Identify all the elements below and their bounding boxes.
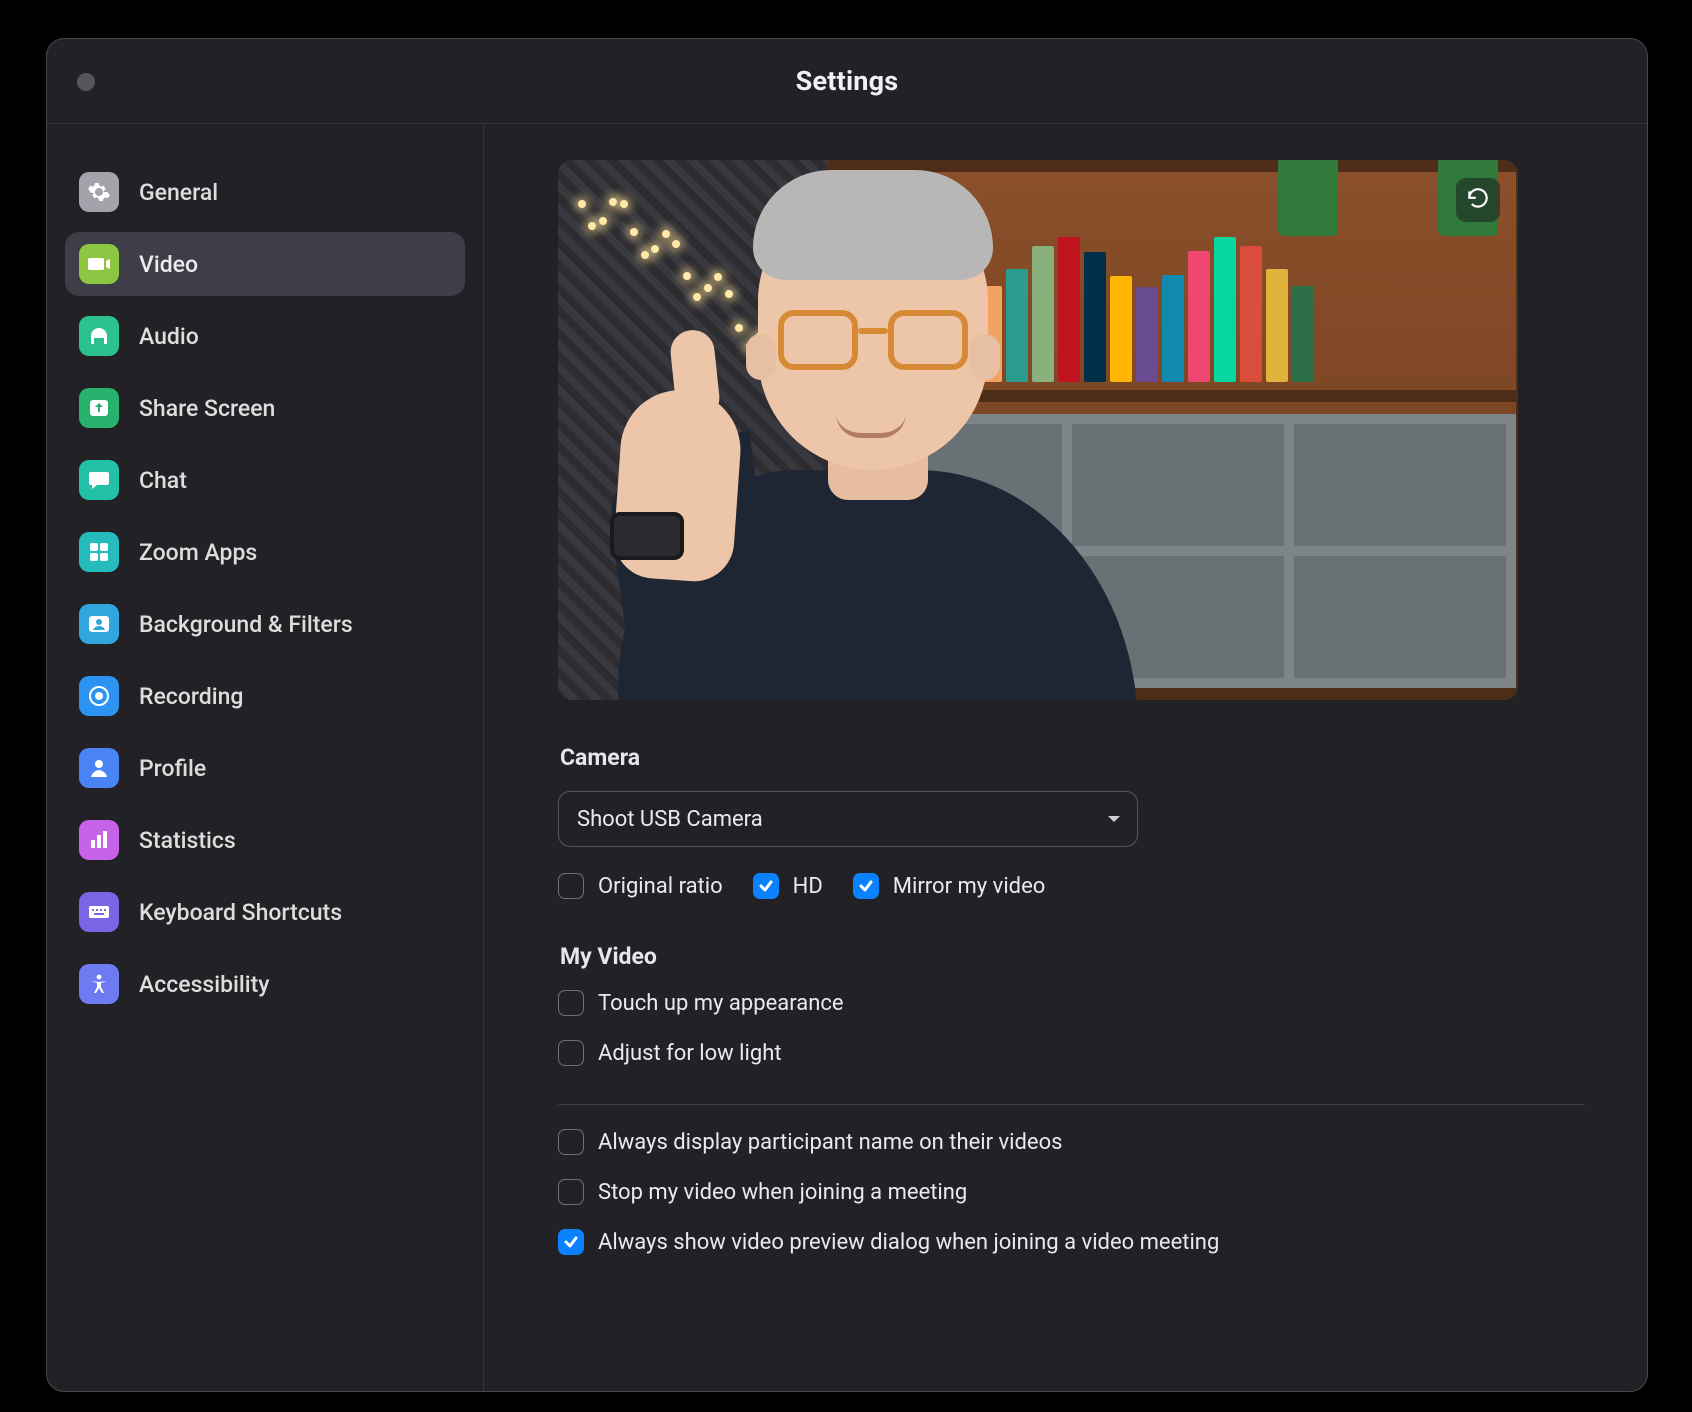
checkbox-label: Always show video preview dialog when jo… [598,1230,1219,1255]
gear-icon [79,172,119,212]
sidebar-item-zoom-apps[interactable]: Zoom Apps [65,520,465,584]
checkbox-label: Always display participant name on their… [598,1130,1063,1155]
checkbox-box [558,1179,584,1205]
my-video-section-label: My Video [560,943,1585,970]
checkbox-box [753,873,779,899]
sidebar-item-keyboard[interactable]: Keyboard Shortcuts [65,880,465,944]
checkbox-hd[interactable]: HD [753,873,823,899]
checkbox-label: Original ratio [598,874,723,899]
sidebar-item-chat[interactable]: Chat [65,448,465,512]
checkbox-label: Mirror my video [893,874,1046,899]
video-settings-panel: Camera Shoot USB Camera Original ratio HD… [484,124,1647,1392]
traffic-light-close[interactable] [77,73,95,91]
chat-bubble-icon [79,460,119,500]
sidebar-item-label: Video [139,251,198,278]
window-title: Settings [796,65,899,97]
record-dot-icon [79,676,119,716]
bar-chart-icon [79,820,119,860]
profile-icon [79,748,119,788]
accessibility-icon [79,964,119,1004]
sidebar-item-label: Accessibility [139,971,270,998]
checkbox-display_name[interactable]: Always display participant name on their… [558,1129,1585,1155]
rotate-preview-button[interactable] [1456,178,1500,222]
sidebar-item-label: Profile [139,755,206,782]
checkbox-mirror[interactable]: Mirror my video [853,873,1046,899]
chevron-down-icon [1106,811,1122,827]
sidebar-item-video[interactable]: Video [65,232,465,296]
settings-window: Settings General Video Audio Share Screen Ch… [46,38,1648,1392]
sidebar-item-general[interactable]: General [65,160,465,224]
checkbox-original_ratio[interactable]: Original ratio [558,873,723,899]
checkbox-box [558,873,584,899]
checkbox-touch_up[interactable]: Touch up my appearance [558,990,1585,1016]
headphones-icon [79,316,119,356]
person-box-icon [79,604,119,644]
rotate-icon [1465,187,1491,213]
sidebar-item-statistics[interactable]: Statistics [65,808,465,872]
sidebar-item-bg-filters[interactable]: Background & Filters [65,592,465,656]
checkbox-label: Adjust for low light [598,1041,782,1066]
camera-preview [558,160,1518,700]
checkbox-box [558,990,584,1016]
camera-select-value: Shoot USB Camera [577,807,763,832]
sidebar-item-label: Recording [139,683,243,710]
keyboard-icon [79,892,119,932]
checkbox-label: HD [793,874,823,899]
sidebar-item-label: Chat [139,467,187,494]
sidebar-item-label: Share Screen [139,395,275,422]
checkbox-box [558,1229,584,1255]
sidebar-item-share-screen[interactable]: Share Screen [65,376,465,440]
sidebar-item-profile[interactable]: Profile [65,736,465,800]
sidebar-item-label: Background & Filters [139,611,353,638]
share-up-icon [79,388,119,428]
checkbox-stop_on_join[interactable]: Stop my video when joining a meeting [558,1179,1585,1205]
checkbox-box [853,873,879,899]
settings-sidebar: General Video Audio Share Screen Chat Zoom Ap… [47,124,484,1392]
sidebar-item-audio[interactable]: Audio [65,304,465,368]
checkbox-low_light[interactable]: Adjust for low light [558,1040,1585,1066]
checkbox-label: Touch up my appearance [598,991,844,1016]
camera-section-label: Camera [560,744,1585,771]
sidebar-item-label: Keyboard Shortcuts [139,899,342,926]
titlebar: Settings [47,39,1647,124]
sidebar-item-label: Statistics [139,827,236,854]
sidebar-item-label: Zoom Apps [139,539,257,566]
apps-grid-icon [79,532,119,572]
checkbox-box [558,1129,584,1155]
sidebar-item-label: Audio [139,323,199,350]
sidebar-item-label: General [139,179,218,206]
checkbox-preview_join[interactable]: Always show video preview dialog when jo… [558,1229,1585,1255]
video-icon [79,244,119,284]
divider [558,1104,1585,1105]
sidebar-item-recording[interactable]: Recording [65,664,465,728]
camera-select[interactable]: Shoot USB Camera [558,791,1138,847]
sidebar-item-accessibility[interactable]: Accessibility [65,952,465,1016]
checkbox-box [558,1040,584,1066]
checkbox-label: Stop my video when joining a meeting [598,1180,967,1205]
